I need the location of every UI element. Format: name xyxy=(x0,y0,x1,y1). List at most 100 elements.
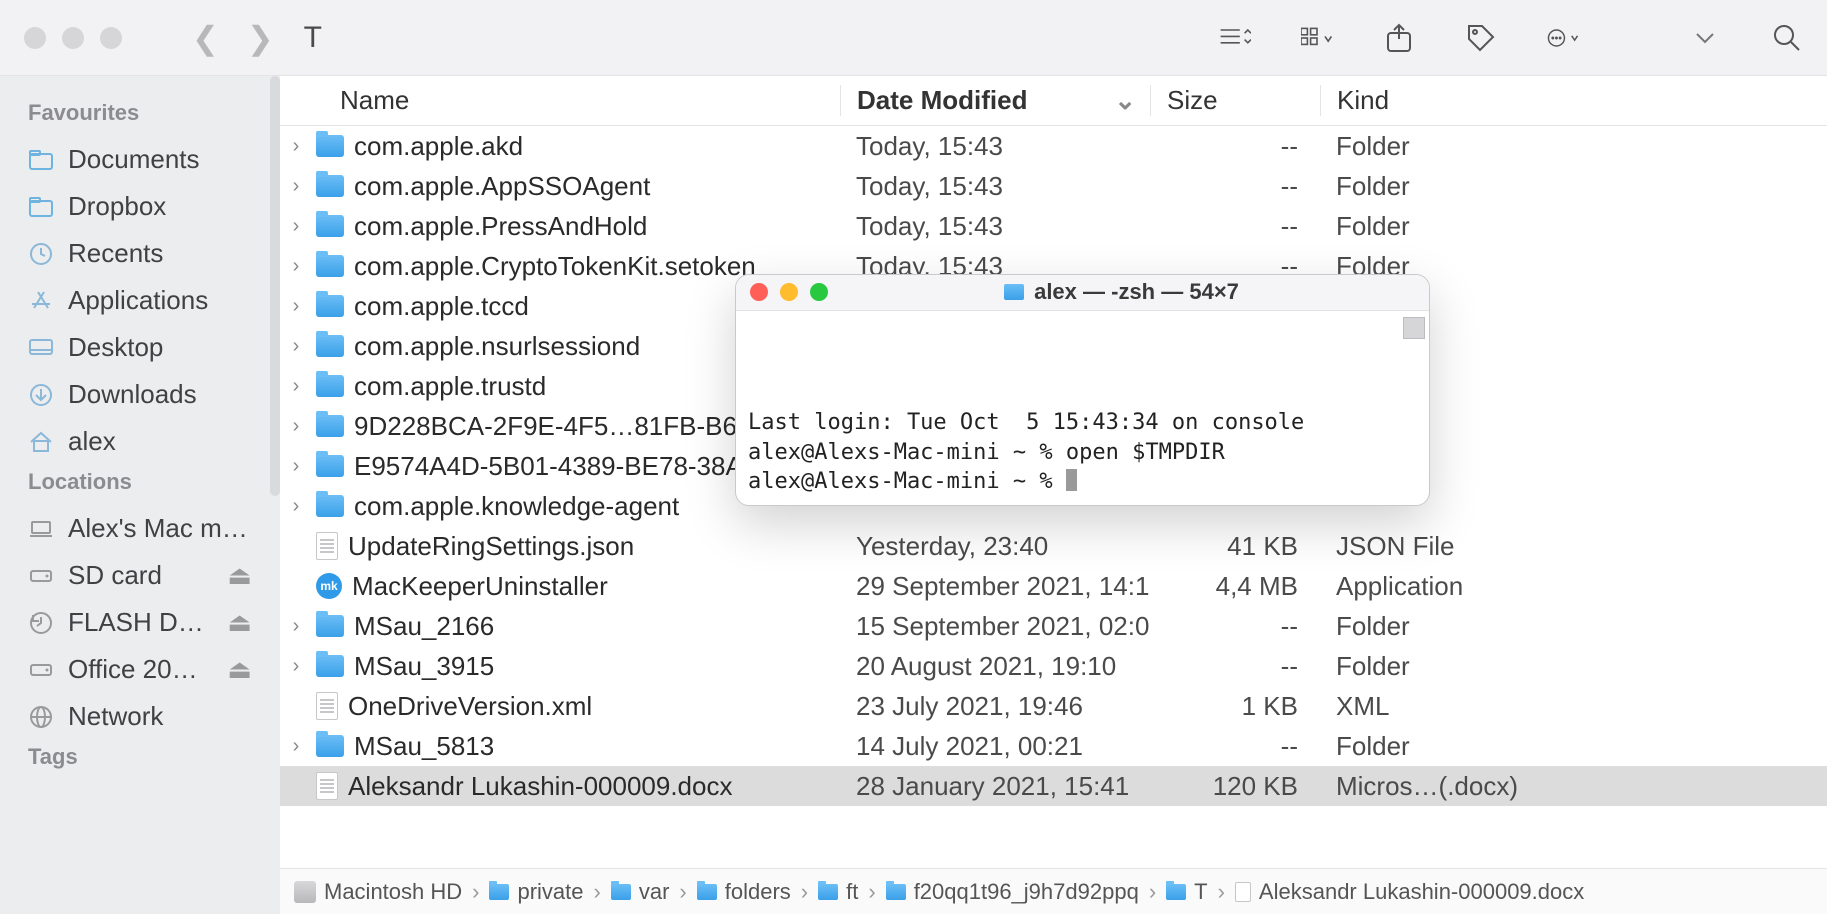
sidebar-item[interactable]: Applications xyxy=(0,277,280,324)
sidebar-item-label: SD card xyxy=(68,560,162,591)
eject-icon[interactable]: ⏏ xyxy=(227,560,252,591)
pathbar[interactable]: Macintosh HD›private›var›folders›ft›f20q… xyxy=(280,868,1827,914)
path-segment[interactable]: var xyxy=(611,879,670,905)
eject-icon[interactable]: ⏏ xyxy=(227,607,252,638)
term-zoom-button[interactable] xyxy=(810,283,828,301)
term-minimize-button[interactable] xyxy=(780,283,798,301)
disclosure-triangle[interactable]: › xyxy=(286,655,306,678)
toolbar xyxy=(1219,22,1803,54)
file-icon xyxy=(316,532,338,560)
path-separator: › xyxy=(592,879,603,905)
disclosure-triangle[interactable]: › xyxy=(286,415,306,438)
path-segment[interactable]: Macintosh HD xyxy=(294,879,462,905)
sidebar-item[interactable]: Downloads xyxy=(0,371,280,418)
disclosure-triangle[interactable]: › xyxy=(286,175,306,198)
sidebar-item[interactable]: Dropbox xyxy=(0,183,280,230)
folder-icon xyxy=(316,175,344,197)
disclosure-triangle[interactable]: › xyxy=(286,255,306,278)
table-row[interactable]: ›MSau_581314 July 2021, 00:21--Folder xyxy=(280,726,1827,766)
disclosure-triangle[interactable]: › xyxy=(286,135,306,158)
table-row[interactable]: OneDriveVersion.xml23 July 2021, 19:461 … xyxy=(280,686,1827,726)
sidebar-section-label: Locations xyxy=(0,465,280,505)
terminal-window[interactable]: alex — -zsh — 54×7 Last login: Tue Oct 5… xyxy=(735,274,1430,506)
forward-button[interactable]: ❯ xyxy=(247,19,274,57)
disclosure-triangle[interactable]: › xyxy=(286,735,306,758)
file-date: 29 September 2021, 14:12 xyxy=(840,571,1150,602)
sidebar-item[interactable]: Alex's Mac m… xyxy=(0,505,280,552)
sidebar-scrollbar[interactable] xyxy=(270,76,280,496)
minimize-button[interactable] xyxy=(62,27,84,49)
sidebar-item-label: Downloads xyxy=(68,379,197,410)
col-name[interactable]: Name xyxy=(280,85,840,116)
view-list-icon[interactable] xyxy=(1219,22,1251,54)
path-segment[interactable]: f20qq1t96_j9h7d92ppq xyxy=(886,879,1139,905)
terminal-line: alex@Alexs-Mac-mini ~ % open $TMPDIR xyxy=(748,438,1417,468)
file-name: com.apple.knowledge-agent xyxy=(354,491,679,522)
disclosure-triangle[interactable]: › xyxy=(286,295,306,318)
sidebar-item-label: FLASH D… xyxy=(68,607,204,638)
folder-icon xyxy=(316,215,344,237)
share-icon[interactable] xyxy=(1383,22,1415,54)
folder-icon xyxy=(316,255,344,277)
col-kind[interactable]: Kind xyxy=(1320,85,1827,116)
table-row[interactable]: ›MSau_216615 September 2021, 02:02--Fold… xyxy=(280,606,1827,646)
view-grid-icon[interactable] xyxy=(1301,22,1333,54)
table-row[interactable]: ›MSau_391520 August 2021, 19:10--Folder xyxy=(280,646,1827,686)
table-row[interactable]: ›com.apple.PressAndHoldToday, 15:43--Fol… xyxy=(280,206,1827,246)
path-segment[interactable]: folders xyxy=(697,879,791,905)
sidebar-item-label: Recents xyxy=(68,238,163,269)
sidebar-item[interactable]: FLASH D… ⏏ xyxy=(0,599,280,646)
folder-icon xyxy=(316,455,344,477)
path-segment[interactable]: Aleksandr Lukashin-000009.docx xyxy=(1235,879,1584,905)
terminal-titlebar[interactable]: alex — -zsh — 54×7 xyxy=(736,275,1429,311)
back-button[interactable]: ❮ xyxy=(192,19,219,57)
search-icon[interactable] xyxy=(1771,22,1803,54)
sidebar-item[interactable]: Recents xyxy=(0,230,280,277)
table-row[interactable]: ›com.apple.akdToday, 15:43--Folder xyxy=(280,126,1827,166)
sidebar-item[interactable]: alex xyxy=(0,418,280,465)
disclosure-triangle[interactable]: › xyxy=(286,335,306,358)
file-name: MSau_3915 xyxy=(354,651,494,682)
table-row[interactable]: mkMacKeeperUninstaller29 September 2021,… xyxy=(280,566,1827,606)
path-segment[interactable]: private xyxy=(489,879,583,905)
col-date[interactable]: Date Modified⌄ xyxy=(840,85,1150,116)
dropdown-icon[interactable] xyxy=(1689,22,1721,54)
table-row[interactable]: Aleksandr Lukashin-000009.docx28 January… xyxy=(280,766,1827,806)
sidebar-item[interactable]: Desktop xyxy=(0,324,280,371)
path-label: private xyxy=(517,879,583,905)
file-name: com.apple.nsurlsessiond xyxy=(354,331,640,362)
folder-icon xyxy=(316,655,344,677)
zoom-button[interactable] xyxy=(100,27,122,49)
sidebar-item[interactable]: SD card ⏏ xyxy=(0,552,280,599)
table-row[interactable]: UpdateRingSettings.jsonYesterday, 23:404… xyxy=(280,526,1827,566)
sidebar-item[interactable]: Documents xyxy=(0,136,280,183)
disclosure-triangle[interactable]: › xyxy=(286,375,306,398)
disclosure-triangle[interactable]: › xyxy=(286,495,306,518)
file-kind: Folder xyxy=(1320,211,1827,242)
disclosure-triangle[interactable]: › xyxy=(286,215,306,238)
sidebar-item[interactable]: Network xyxy=(0,693,280,740)
sidebar-section-label: Favourites xyxy=(0,96,280,136)
disclosure-triangle[interactable]: › xyxy=(286,615,306,638)
path-segment[interactable]: ft xyxy=(818,879,858,905)
tag-icon[interactable] xyxy=(1465,22,1497,54)
home-folder-icon xyxy=(1004,284,1024,300)
file-name: com.apple.PressAndHold xyxy=(354,211,647,242)
terminal-scrollbar[interactable] xyxy=(1403,317,1425,339)
term-close-button[interactable] xyxy=(750,283,768,301)
actions-icon[interactable] xyxy=(1547,22,1579,54)
eject-icon[interactable]: ⏏ xyxy=(227,654,252,685)
path-segment[interactable]: T xyxy=(1166,879,1207,905)
sidebar-item[interactable]: Office 20…⏏ xyxy=(0,646,280,693)
file-size: -- xyxy=(1150,611,1320,642)
hd-icon xyxy=(294,881,316,903)
folder-icon xyxy=(316,495,344,517)
table-row[interactable]: ›com.apple.AppSSOAgentToday, 15:43--Fold… xyxy=(280,166,1827,206)
terminal-body[interactable]: Last login: Tue Oct 5 15:43:34 on consol… xyxy=(736,311,1429,505)
col-size[interactable]: Size xyxy=(1150,85,1320,116)
file-kind: Folder xyxy=(1320,651,1827,682)
disclosure-triangle[interactable]: › xyxy=(286,455,306,478)
folder-icon xyxy=(489,884,509,900)
window-title: T xyxy=(304,21,322,55)
close-button[interactable] xyxy=(24,27,46,49)
